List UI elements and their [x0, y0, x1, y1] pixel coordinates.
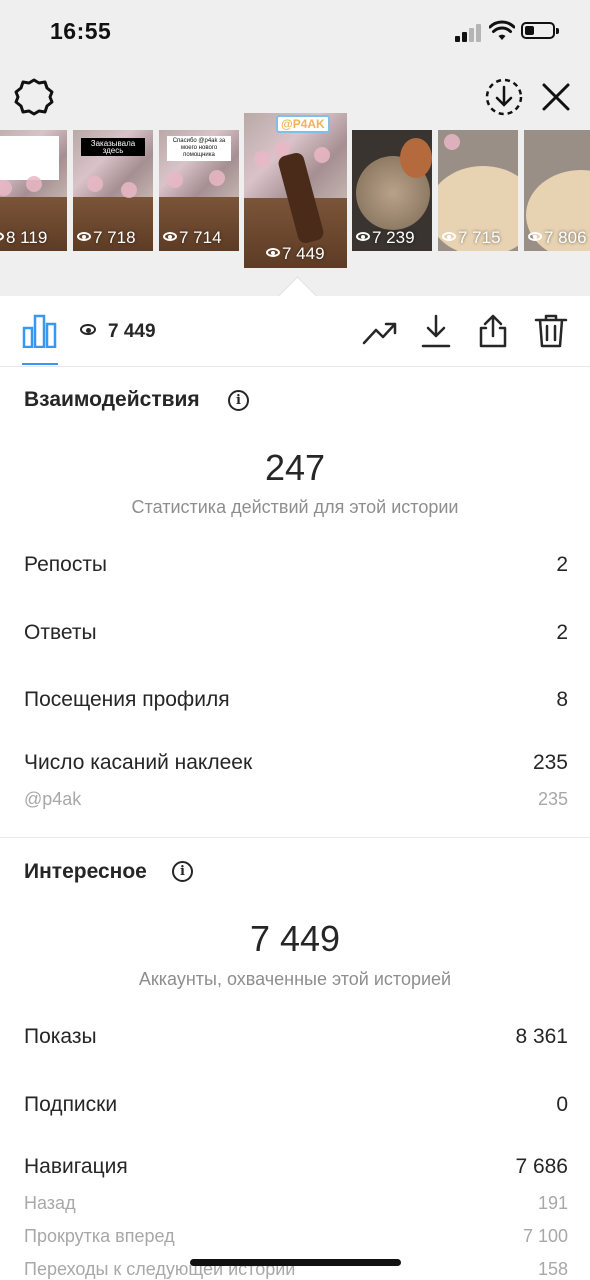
- stat-sublabel: Прокрутка вперед: [24, 1226, 175, 1246]
- stat-label: Ответы: [24, 621, 97, 644]
- story-views: 7 449: [266, 244, 325, 264]
- stat-value: 2: [556, 553, 568, 576]
- trend-up-icon[interactable]: [362, 313, 398, 349]
- share-icon[interactable]: [475, 313, 511, 349]
- stat-value: 7 686: [515, 1155, 568, 1178]
- stat-subvalue: 235: [537, 789, 568, 809]
- wifi-icon: [489, 20, 515, 40]
- insights-toolbar: 7 449: [0, 296, 590, 367]
- story-thumbnail[interactable]: 7 715: [438, 130, 518, 251]
- story-views: 7 715: [442, 228, 501, 248]
- discovery-subtitle: Аккаунты, охваченные этой историей: [138, 969, 452, 989]
- stat-label: Показы: [24, 1025, 97, 1048]
- battery-icon: [521, 22, 559, 39]
- story-caption: Заказывала здесь: [81, 138, 145, 156]
- stat-sublabel: Назад: [24, 1193, 76, 1213]
- story-views: 7 718: [77, 228, 136, 248]
- download-icon[interactable]: [418, 313, 454, 349]
- story-thumbnail[interactable]: Спасибо @p4ak за моего нового помощника …: [159, 130, 239, 251]
- story-views: 7 806: [528, 228, 587, 248]
- stat-value: 8 361: [515, 1025, 568, 1048]
- close-icon[interactable]: [538, 79, 574, 115]
- discovery-title: Интересное: [24, 860, 147, 883]
- home-indicator[interactable]: [190, 1259, 401, 1266]
- stat-label: Подписки: [24, 1093, 118, 1116]
- status-time: 16:55: [50, 18, 112, 44]
- stat-subvalue: 158: [537, 1259, 568, 1279]
- story-brand-sticker: @P4AK: [276, 115, 330, 133]
- story-thumbnail[interactable]: 8 119: [0, 130, 67, 251]
- story-caption: Спасибо @p4ak за моего нового помощника: [167, 136, 231, 161]
- stat-subvalue: 7 100: [522, 1226, 568, 1246]
- story-views: 7 239: [356, 228, 415, 248]
- info-icon[interactable]: i: [172, 861, 193, 882]
- story-header: 16:55 8 119 Заказывала здесь 7 718 Спаси…: [0, 0, 590, 296]
- interactions-title: Взаимодействия: [24, 388, 200, 411]
- story-thumbnail[interactable]: Заказывала здесь 7 718: [73, 130, 153, 251]
- trash-icon[interactable]: [533, 313, 569, 349]
- save-download-circle-icon[interactable]: [484, 77, 524, 117]
- stat-sublabel: @p4ak: [24, 789, 82, 809]
- info-icon[interactable]: i: [228, 390, 249, 411]
- stat-label: Навигация: [24, 1155, 128, 1178]
- story-views: 8 119: [0, 228, 47, 248]
- story-thumbnail-selected[interactable]: @P4AK 7 449: [244, 113, 347, 268]
- stat-label: Число касаний наклеек: [24, 751, 253, 774]
- eye-icon: [80, 324, 96, 336]
- stat-value: 2: [556, 621, 568, 644]
- stat-value: 235: [532, 751, 568, 774]
- section-divider: [0, 837, 590, 838]
- interactions-total: 247: [264, 447, 326, 488]
- story-thumbnail[interactable]: 7 806: [524, 130, 590, 251]
- cellular-signal-icon: [455, 24, 483, 42]
- story-views: 7 714: [163, 228, 222, 248]
- bar-chart-icon[interactable]: [22, 314, 58, 348]
- active-tab-underline: [22, 363, 58, 365]
- status-bar: 16:55: [0, 0, 590, 66]
- stat-value: 0: [556, 1093, 568, 1116]
- stat-label: Репосты: [24, 553, 108, 576]
- story-thumbnail[interactable]: 7 239: [352, 130, 432, 251]
- settings-gear-icon[interactable]: [14, 77, 54, 117]
- discovery-total: 7 449: [249, 918, 341, 959]
- interactions-subtitle: Статистика действий для этой истории: [131, 497, 459, 517]
- stat-label: Посещения профиля: [24, 688, 230, 711]
- stat-value: 8: [556, 688, 568, 711]
- views-count: 7 449: [80, 321, 156, 343]
- stat-subvalue: 191: [537, 1193, 568, 1213]
